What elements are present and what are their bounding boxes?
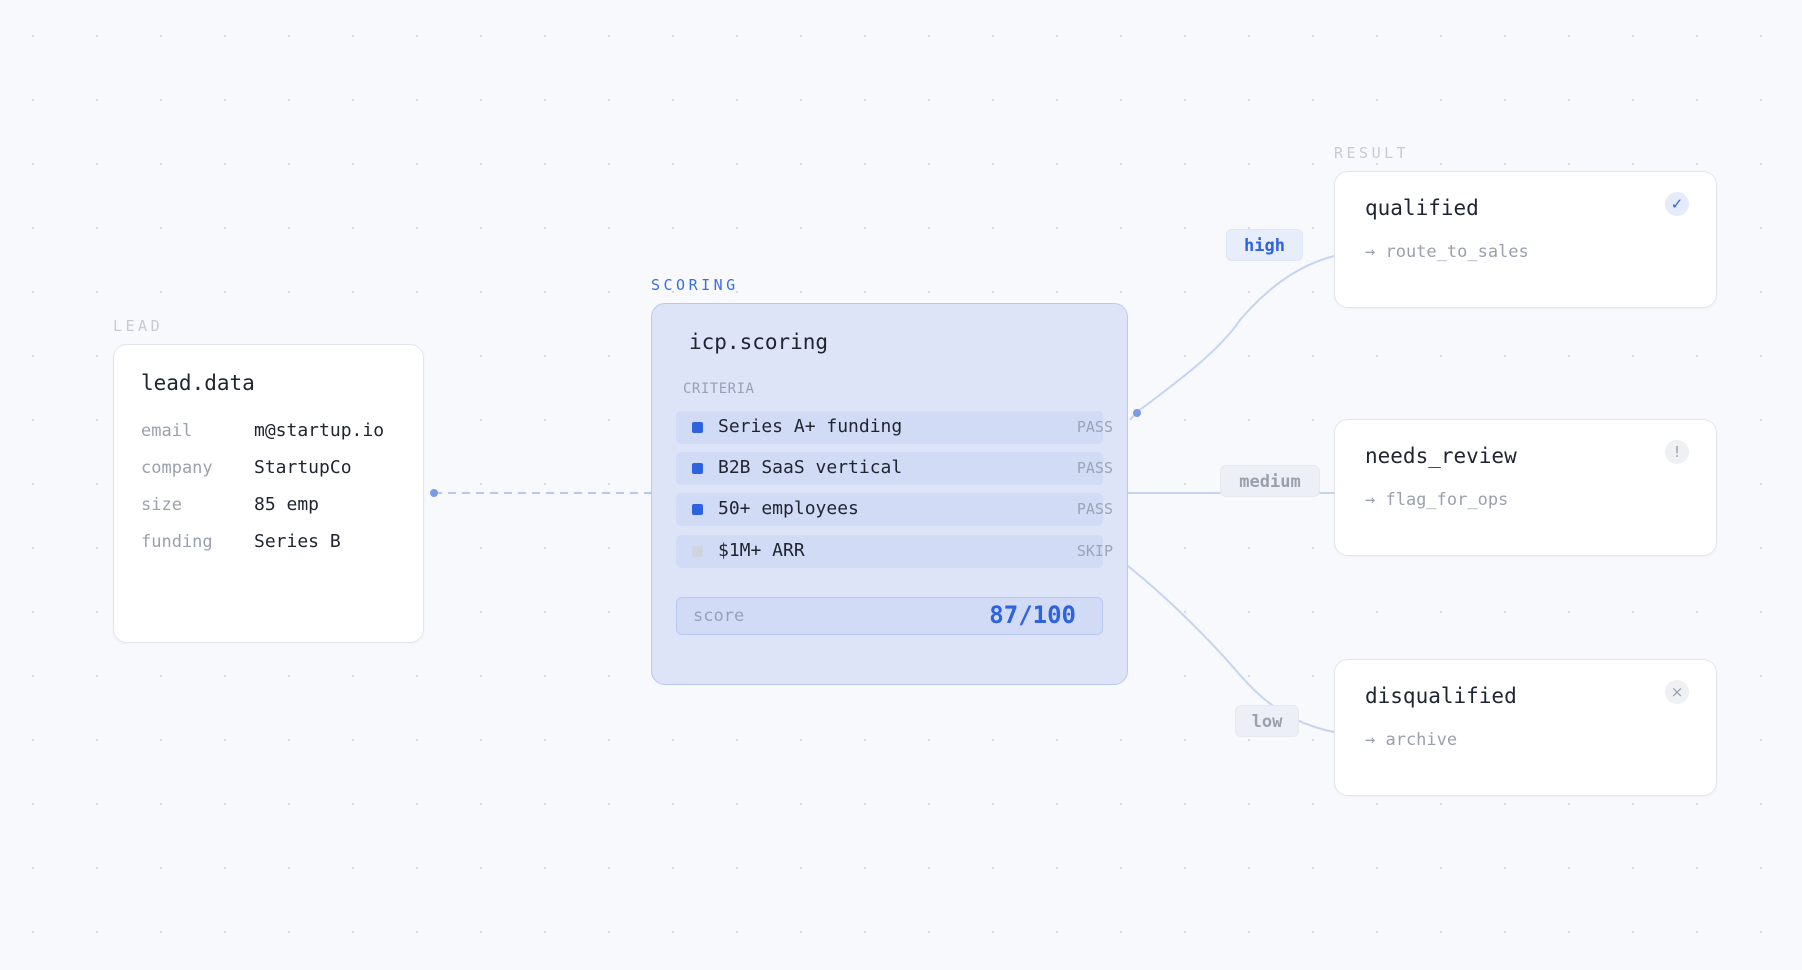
pass-indicator-icon — [692, 422, 703, 433]
score-value: 87/100 — [989, 601, 1076, 629]
lead-title: lead.data — [141, 371, 255, 395]
criteria-name: Series A+ funding — [718, 416, 903, 437]
lead-field-key-company: company — [141, 458, 213, 478]
lead-field-value-size: 85 emp — [254, 494, 320, 515]
criteria-row: 50+ employees PASS — [676, 493, 1113, 526]
criteria-name: 50+ employees — [718, 498, 859, 519]
low-edge — [1127, 565, 1335, 733]
result-section-label: RESULT — [1334, 144, 1410, 162]
criteria-name: $1M+ ARR — [718, 540, 805, 561]
result-title: needs_review — [1365, 444, 1517, 468]
result-action: → route_to_sales — [1365, 242, 1529, 262]
edge-label-medium: medium — [1220, 465, 1320, 497]
result-action: → flag_for_ops — [1365, 490, 1509, 510]
lead-field-value-email: m@startup.io — [254, 420, 385, 441]
alert-icon: ! — [1665, 440, 1689, 464]
close-icon: × — [1665, 680, 1689, 704]
result-card-qualified[interactable]: qualified → route_to_sales ✓ — [1334, 171, 1717, 308]
scoring-output-port — [1133, 409, 1141, 417]
lead-section-label: LEAD — [113, 317, 164, 335]
score-box: score 87/100 — [676, 597, 1103, 635]
result-title: qualified — [1365, 196, 1479, 220]
scoring-title: icp.scoring — [689, 330, 829, 354]
criteria-status: PASS — [1076, 418, 1113, 436]
edge-label-low: low — [1235, 705, 1299, 737]
scoring-section-label: SCORING — [651, 276, 739, 294]
lead-field-value-funding: Series B — [254, 531, 341, 552]
lead-output-port — [430, 489, 438, 497]
score-label: score — [693, 606, 745, 626]
result-title: disqualified — [1365, 684, 1517, 708]
scoring-card[interactable]: icp.scoring CRITERIA Series A+ funding P… — [651, 303, 1128, 685]
result-card-needs-review[interactable]: needs_review → flag_for_ops ! — [1334, 419, 1717, 556]
criteria-status: SKIP — [1076, 542, 1113, 560]
lead-field-key-email: email — [141, 421, 193, 441]
criteria-status: PASS — [1076, 459, 1113, 477]
edge-label-high: high — [1226, 229, 1303, 261]
lead-field-value-company: StartupCo — [254, 457, 352, 478]
result-action: → archive — [1365, 730, 1458, 750]
high-edge — [1129, 255, 1335, 421]
result-card-disqualified[interactable]: disqualified → archive × — [1334, 659, 1717, 796]
criteria-label: CRITERIA — [683, 381, 755, 397]
criteria-name: B2B SaaS vertical — [718, 457, 903, 478]
skip-indicator-icon — [692, 546, 703, 557]
pass-indicator-icon — [692, 504, 703, 515]
criteria-row: Series A+ funding PASS — [676, 411, 1113, 444]
lead-card[interactable]: lead.data email m@startup.io company Sta… — [113, 344, 424, 643]
criteria-row: B2B SaaS vertical PASS — [676, 452, 1113, 485]
criteria-row: $1M+ ARR SKIP — [676, 535, 1113, 568]
lead-field-key-size: size — [141, 495, 182, 515]
pass-indicator-icon — [692, 463, 703, 474]
lead-field-key-funding: funding — [141, 532, 213, 552]
criteria-status: PASS — [1076, 500, 1113, 518]
check-icon: ✓ — [1665, 192, 1689, 216]
